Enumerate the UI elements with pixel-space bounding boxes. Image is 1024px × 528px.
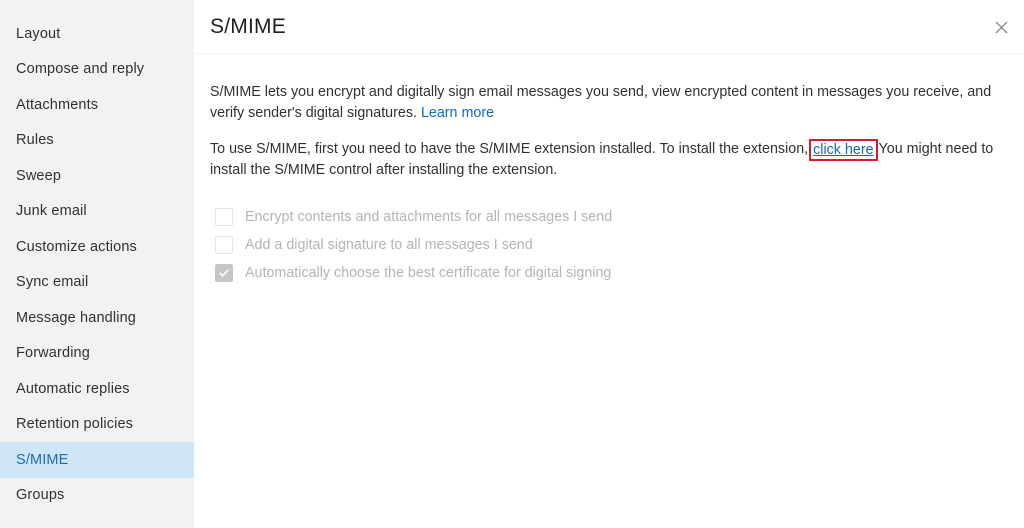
sidebar-item-s-mime[interactable]: S/MIME (0, 442, 194, 478)
sidebar-item-label: Rules (16, 132, 54, 149)
content-header: S/MIME (194, 0, 1024, 54)
sidebar-item-junk-email[interactable]: Junk email (0, 194, 194, 230)
sidebar-item-customize-actions[interactable]: Customize actions (0, 229, 194, 265)
checkbox-row[interactable]: Automatically choose the best certificat… (210, 259, 1008, 287)
sidebar-item-label: Attachments (16, 96, 99, 113)
learn-more-link[interactable]: Learn more (421, 105, 494, 121)
settings-sidebar: Layout Compose and reply Attachments Rules S… (0, 0, 194, 528)
sidebar-item-label: Compose and reply (16, 61, 145, 78)
sidebar-item-label: Groups (16, 487, 65, 504)
close-button[interactable] (984, 10, 1018, 44)
sidebar-item-label: Retention policies (16, 416, 134, 433)
click-here-link[interactable]: click here (813, 142, 873, 158)
sidebar-item-layout[interactable]: Layout (0, 16, 194, 52)
checkbox-label: Encrypt contents and attachments for all… (245, 209, 613, 225)
install-instruction-text-before: To use S/MIME, first you need to have th… (210, 141, 809, 157)
sidebar-item-label: S/MIME (16, 451, 69, 468)
content-body: S/MIME lets you encrypt and digitally si… (194, 54, 1024, 287)
checkbox-row[interactable]: Add a digital signature to all messages … (210, 231, 1008, 259)
settings-dialog: Layout Compose and reply Attachments Rules S… (0, 0, 1024, 528)
sidebar-item-rules[interactable]: Rules (0, 123, 194, 159)
smime-install-paragraph: To use S/MIME, first you need to have th… (210, 138, 996, 181)
checkbox-label: Automatically choose the best certificat… (245, 265, 612, 281)
sidebar-item-label: Customize actions (16, 238, 137, 255)
sidebar-item-attachments[interactable]: Attachments (0, 87, 194, 123)
sidebar-item-label: Junk email (16, 203, 87, 220)
sidebar-item-forwarding[interactable]: Forwarding (0, 336, 194, 372)
page-title: S/MIME (210, 14, 286, 38)
checkbox-checked-icon[interactable] (215, 264, 233, 282)
checkbox-label: Add a digital signature to all messages … (245, 237, 533, 253)
checkbox-unchecked-icon[interactable] (215, 208, 233, 226)
checkbox-row[interactable]: Encrypt contents and attachments for all… (210, 203, 1008, 231)
sidebar-item-message-handling[interactable]: Message handling (0, 300, 194, 336)
sidebar-nav-list: Layout Compose and reply Attachments Rules S… (0, 16, 194, 513)
checkbox-unchecked-icon[interactable] (215, 236, 233, 254)
sidebar-item-label: Sync email (16, 274, 89, 291)
click-here-highlight-box: click here (809, 139, 878, 161)
sidebar-item-label: Sweep (16, 167, 62, 184)
sidebar-item-label: Automatic replies (16, 380, 130, 397)
sidebar-item-groups[interactable]: Groups (0, 478, 194, 514)
smime-description-text: S/MIME lets you encrypt and digitally si… (210, 84, 992, 121)
sidebar-item-compose-and-reply[interactable]: Compose and reply (0, 52, 194, 88)
settings-content-pane: S/MIME S/MIME lets you encrypt and digit… (194, 0, 1024, 528)
sidebar-item-label: Layout (16, 25, 61, 42)
sidebar-item-label: Forwarding (16, 345, 90, 362)
close-icon (995, 21, 1008, 34)
smime-options-list: Encrypt contents and attachments for all… (210, 203, 1008, 287)
smime-description-paragraph: S/MIME lets you encrypt and digitally si… (210, 82, 996, 124)
sidebar-item-automatic-replies[interactable]: Automatic replies (0, 371, 194, 407)
sidebar-item-retention-policies[interactable]: Retention policies (0, 407, 194, 443)
sidebar-item-label: Message handling (16, 309, 137, 326)
sidebar-item-sync-email[interactable]: Sync email (0, 265, 194, 301)
sidebar-item-sweep[interactable]: Sweep (0, 158, 194, 194)
